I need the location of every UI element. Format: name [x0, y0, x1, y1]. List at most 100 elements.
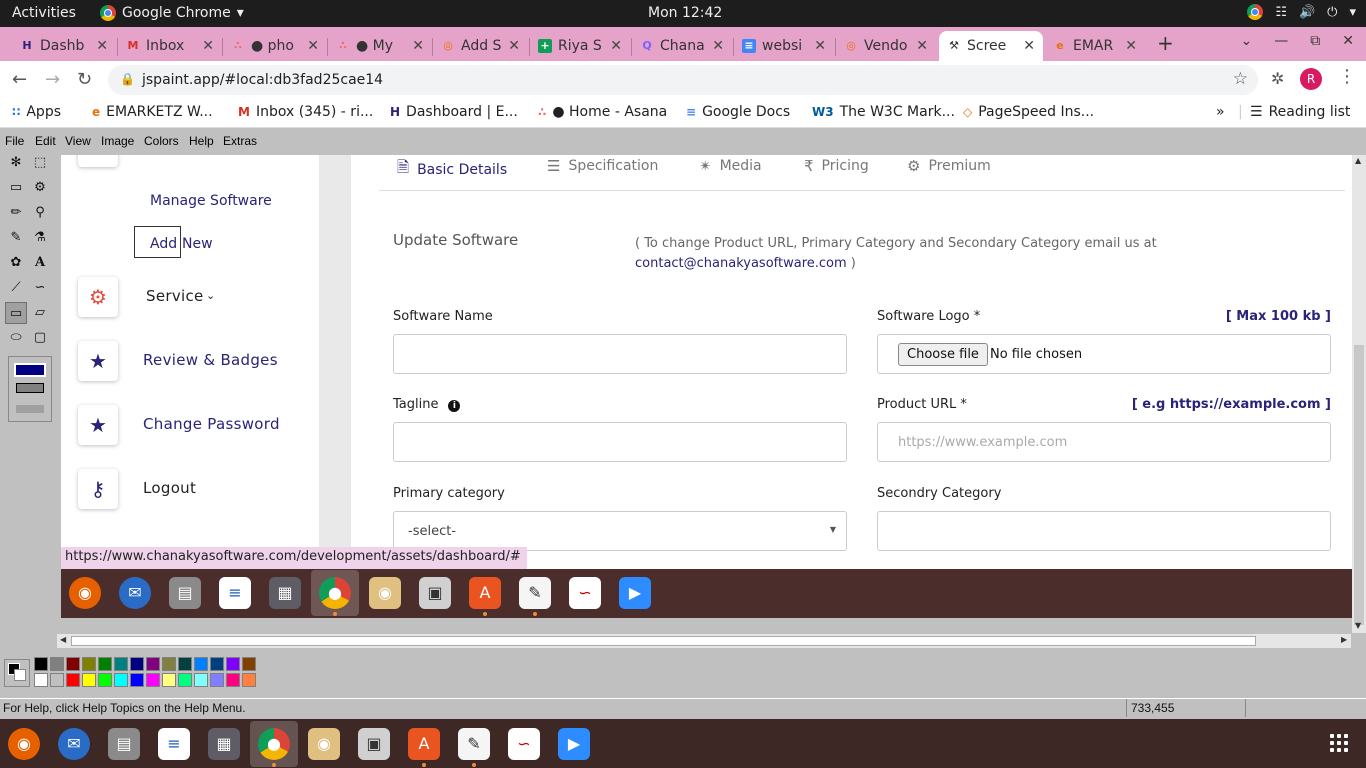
sidebar-item-service[interactable]: ⚙ Service ⌄ — [78, 277, 308, 317]
thunderbird-icon[interactable]: ✉ — [58, 728, 90, 760]
text-editor-icon[interactable]: ✎ — [458, 728, 490, 760]
palette-swatch[interactable] — [34, 657, 48, 671]
camera-icon[interactable]: ▣ — [358, 728, 390, 760]
brush-icon[interactable]: ⚗ — [29, 227, 51, 249]
close-icon[interactable]: ✕ — [916, 38, 928, 54]
product-url-input[interactable]: https://www.example.com — [877, 422, 1331, 462]
palette-swatch[interactable] — [114, 673, 128, 687]
manage-software-link[interactable]: Manage Software — [150, 193, 272, 209]
show-applications-icon[interactable] — [1330, 734, 1348, 752]
software-name-input[interactable] — [393, 334, 847, 374]
palette-swatch[interactable] — [178, 657, 192, 671]
palette-swatch[interactable] — [146, 657, 160, 671]
scroll-up-arrow-icon[interactable]: ▲ — [1355, 156, 1361, 165]
close-icon[interactable]: ✕ — [712, 38, 724, 54]
choose-file-button[interactable]: Choose file — [898, 343, 988, 366]
bookmark-emarketz[interactable]: e EMARKETZ W... — [92, 104, 213, 120]
new-link[interactable]: New — [182, 236, 213, 252]
more-bookmarks-chevron-icon[interactable]: » — [1216, 104, 1225, 120]
close-icon[interactable]: ✕ — [1023, 38, 1035, 54]
palette-swatch[interactable] — [98, 657, 112, 671]
tab-inbox[interactable]: M Inbox ✕ — [118, 31, 222, 61]
rhythmbox-icon[interactable]: ◉ — [308, 728, 340, 760]
forward-arrow-icon[interactable]: → — [45, 69, 60, 90]
tab-asana-photo[interactable]: ∴ ● pho ✕ — [223, 31, 327, 61]
zoom-icon[interactable]: ▶ — [558, 728, 590, 760]
close-icon[interactable]: ✕ — [1125, 38, 1137, 54]
palette-swatch[interactable] — [98, 673, 112, 687]
palette-swatch[interactable] — [34, 673, 48, 687]
maximize-icon[interactable]: ⧉ — [1310, 33, 1320, 49]
menu-view[interactable]: View — [65, 134, 91, 148]
secondary-category-input[interactable] — [877, 511, 1331, 551]
tab-docs-website[interactable]: ≡ websi ✕ — [734, 31, 834, 61]
palette-swatch[interactable] — [114, 657, 128, 671]
sidebar-item-review-badges[interactable]: ★ Review & Badges — [78, 341, 308, 381]
menu-image[interactable]: Image — [101, 134, 134, 148]
minimize-icon[interactable]: — — [1274, 33, 1288, 49]
tool-options[interactable] — [8, 356, 52, 422]
palette-swatch[interactable] — [130, 657, 144, 671]
menu-help[interactable]: Help — [189, 134, 214, 148]
calculator-icon[interactable]: ▦ — [208, 728, 240, 760]
close-icon[interactable]: ✕ — [610, 38, 622, 54]
tagline-input[interactable] — [393, 422, 847, 462]
line-icon[interactable]: ⟋ — [5, 277, 27, 299]
bookmark-pagespeed[interactable]: ◇ PageSpeed Ins... — [963, 104, 1094, 120]
bookmark-w3c[interactable]: W3 The W3C Mark... — [812, 104, 955, 120]
curve-icon[interactable]: ∽ — [29, 277, 51, 299]
palette-swatch[interactable] — [242, 657, 256, 671]
fill-bucket-icon[interactable]: ⚙ — [29, 177, 51, 199]
canvas-vertical-scrollbar[interactable]: ▲ ▼ — [1352, 155, 1366, 633]
contact-email-link[interactable]: contact@chanakyasoftware.com — [635, 256, 847, 271]
palette-swatch[interactable] — [178, 673, 192, 687]
menu-colors[interactable]: Colors — [144, 134, 179, 148]
add-link[interactable]: Add — [150, 236, 177, 252]
ellipse-icon[interactable]: ⬭ — [5, 327, 27, 349]
caret-down-icon[interactable]: ▾ — [1349, 5, 1356, 20]
pencil-icon[interactable]: ✎ — [5, 227, 27, 249]
fill-option-outline-fill[interactable] — [16, 383, 44, 393]
tab-pricing[interactable]: ₹ Pricing — [804, 157, 869, 175]
close-icon[interactable]: ✕ — [202, 38, 214, 54]
new-tab-button[interactable]: + — [1157, 31, 1174, 55]
rect-select-icon[interactable]: ⬚ — [29, 152, 51, 174]
activities-button[interactable]: Activities — [12, 5, 76, 21]
scrollbar-thumb[interactable] — [71, 636, 1256, 646]
tab-basic-details[interactable]: 🗎 Basic Details — [397, 157, 507, 182]
back-arrow-icon[interactable]: ← — [12, 69, 27, 90]
evince-icon[interactable]: ∽ — [508, 728, 540, 760]
power-icon[interactable]: ⏻ — [1327, 5, 1337, 20]
tab-add-software[interactable]: ◎ Add S ✕ — [433, 31, 528, 61]
palette-swatch[interactable] — [50, 657, 64, 671]
palette-swatch[interactable] — [66, 657, 80, 671]
scroll-down-arrow-icon[interactable]: ▼ — [1355, 621, 1361, 630]
color-picker-icon[interactable]: ✏ — [5, 202, 27, 224]
palette-swatch[interactable] — [130, 673, 144, 687]
close-icon[interactable]: ✕ — [307, 38, 319, 54]
bookmark-inbox[interactable]: M Inbox (345) - ri... — [238, 104, 373, 120]
chrome-tray-icon[interactable] — [1247, 4, 1264, 20]
palette-swatch[interactable] — [210, 657, 224, 671]
address-bar[interactable]: 🔒 jspaint.app/#local:db3fad25cae14 ☆ — [108, 65, 1258, 95]
palette-swatch[interactable] — [82, 657, 96, 671]
paint-canvas[interactable]: ⚙ Manage Software Add New ⚙ Service ⌄ ★ … — [61, 155, 1352, 618]
tab-vendor[interactable]: ◎ Vendo ✕ — [836, 31, 936, 61]
system-tray[interactable]: ☷ 🔊 ⏻ ▾ — [1247, 4, 1356, 20]
chrome-icon[interactable]: ● — [258, 728, 290, 760]
bookmark-apps[interactable]: ∷ Apps — [12, 104, 61, 120]
lock-icon[interactable]: 🔒 — [120, 72, 135, 86]
background-color[interactable] — [14, 669, 26, 681]
kebab-menu-icon[interactable]: ⋮ — [1338, 66, 1356, 87]
tab-screenshot-active[interactable]: ⚒ Scree ✕ — [939, 31, 1043, 61]
url-text[interactable]: jspaint.app/#local:db3fad25cae14 — [142, 72, 383, 88]
eraser-icon[interactable]: ▭ — [5, 177, 27, 199]
palette-swatch[interactable] — [242, 673, 256, 687]
tab-dashboard[interactable]: H Dashb ✕ — [12, 31, 116, 61]
tab-media[interactable]: ✴ Media — [699, 157, 762, 175]
sidebar-item-logout[interactable]: ⚷ Logout — [78, 469, 308, 509]
palette-swatch[interactable] — [194, 657, 208, 671]
files-icon[interactable]: ▤ — [108, 728, 140, 760]
firefox-icon[interactable]: ◉ — [8, 728, 40, 760]
bookmark-dashboard[interactable]: H Dashboard | E... — [390, 104, 518, 120]
